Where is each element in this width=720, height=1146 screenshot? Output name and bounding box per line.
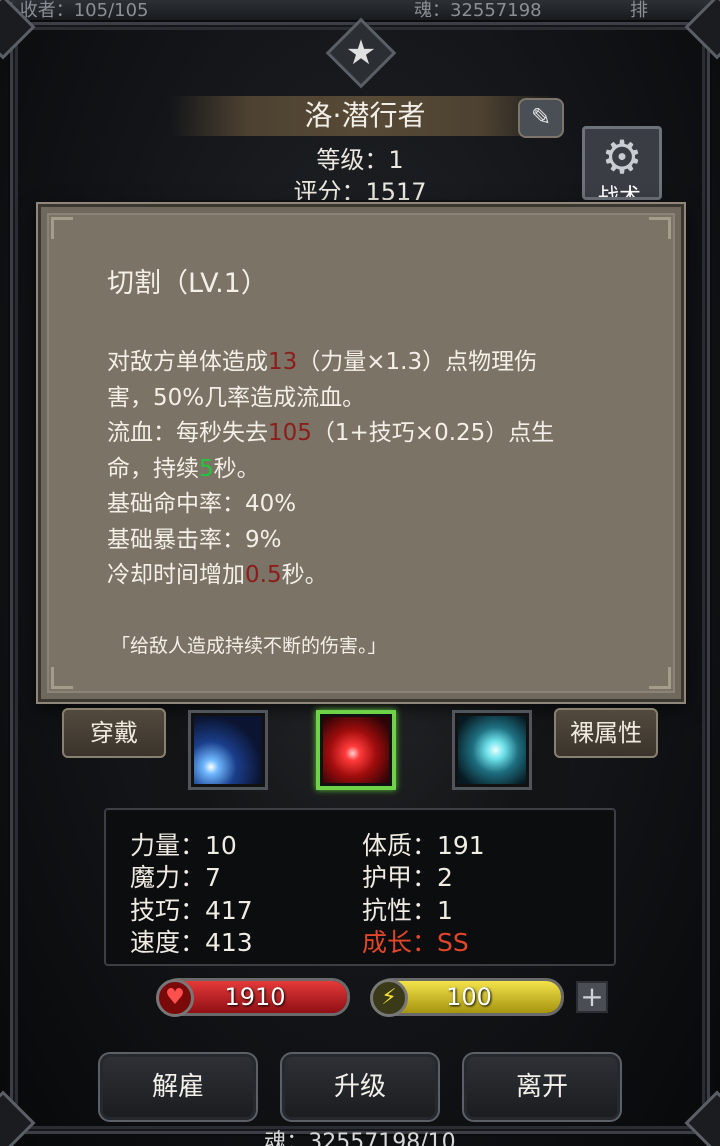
pencil-icon: ✎ <box>530 103 552 131</box>
top-far-right-text: 排 <box>630 0 648 21</box>
bare-attributes-label: 裸属性 <box>570 719 642 747</box>
dismiss-button[interactable]: 解雇 <box>98 1052 258 1122</box>
bare-attributes-button[interactable]: 裸属性 <box>554 708 658 758</box>
skill-title: 切割（LV.1） <box>107 268 268 299</box>
stats-panel: 力量：10 魔力：7 技巧：417 速度：413 体质：191 护甲：2 抗性：… <box>104 808 616 966</box>
dismiss-label: 解雇 <box>151 1072 204 1102</box>
lightning-icon: ⚡ <box>370 979 408 1017</box>
leave-button[interactable]: 离开 <box>462 1052 622 1122</box>
desc-text: 对敌方单体造成 <box>107 349 268 375</box>
desc-line: 冷却时间增加0.5秒。 <box>107 558 637 594</box>
desc-line: 基础暴击率：9% <box>107 526 282 553</box>
rename-button[interactable]: ✎ <box>518 98 564 138</box>
skill-slot-3[interactable] <box>452 710 532 790</box>
stat-strength: 力量：10 <box>130 831 237 860</box>
desc-text: 流血：每秒失去 <box>107 420 268 446</box>
tooltip-corner <box>649 667 671 689</box>
desc-line: 对敌方单体造成13（力量×1.3）点物理伤 <box>107 345 637 381</box>
slash-skill-icon <box>323 717 389 783</box>
skill-slot-2-selected[interactable] <box>316 710 396 790</box>
desc-line: 命，持续5秒。 <box>107 452 637 488</box>
skill-description: 对敌方单体造成13（力量×1.3）点物理伤 害，50%几率造成流血。 流血：每秒… <box>107 345 637 594</box>
skill-slot-1[interactable] <box>188 710 268 790</box>
desc-text: 秒。 <box>213 455 260 482</box>
bleed-value: 105 <box>268 420 312 446</box>
heart-icon: ♥ <box>156 979 194 1017</box>
ice-vortex-skill-icon <box>458 716 526 784</box>
stat-resistance: 抗性：1 <box>362 896 453 925</box>
stat-armor: 护甲：2 <box>362 863 453 892</box>
leave-label: 离开 <box>515 1072 568 1102</box>
hero-name-plate: 洛·潜行者 <box>170 96 560 136</box>
cooldown-value: 0.5 <box>245 562 282 588</box>
gear-icon: ⚙ <box>601 130 643 184</box>
upgrade-label: 升级 <box>333 1072 386 1102</box>
upgrade-button[interactable]: 升级 <box>280 1052 440 1122</box>
skill-tooltip: 切割（LV.1） 对敌方单体造成13（力量×1.3）点物理伤 害，50%几率造成… <box>38 204 684 702</box>
top-soul-text: 魂：32557198 <box>414 0 542 21</box>
hero-name: 洛·潜行者 <box>304 99 426 132</box>
wear-label: 穿戴 <box>90 719 138 747</box>
wear-button[interactable]: 穿戴 <box>62 708 166 758</box>
add-energy-button[interactable]: + <box>576 981 608 1013</box>
desc-text: （力量×1.3）点物理伤 <box>297 349 538 375</box>
soul-counter: 魂：32557198/10 <box>264 1130 456 1146</box>
stat-speed: 速度：413 <box>130 928 253 957</box>
desc-text: 秒。 <box>281 562 328 588</box>
stat-growth: 成长：SS <box>362 928 469 957</box>
stat-magic: 魔力：7 <box>130 863 221 892</box>
desc-line: 流血：每秒失去105（1+技巧×0.25）点生 <box>107 416 637 452</box>
desc-line: 害，50%几率造成流血。 <box>107 384 366 411</box>
desc-text: 命，持续 <box>107 455 199 482</box>
desc-text: 冷却时间增加 <box>107 562 245 588</box>
tooltip-corner <box>51 217 73 239</box>
tooltip-corner <box>51 667 73 689</box>
light-beam-skill-icon <box>194 716 262 784</box>
star-icon: ★ <box>345 33 377 73</box>
stat-skill: 技巧：417 <box>130 896 253 925</box>
tactics-button[interactable]: ⚙ 战术 <box>582 126 662 200</box>
damage-value: 13 <box>268 349 298 375</box>
desc-text: （1+技巧×0.25）点生 <box>311 420 555 446</box>
duration-value: 5 <box>199 455 214 482</box>
stat-constitution: 体质：191 <box>362 831 485 860</box>
desc-line: 基础命中率：40% <box>107 491 297 517</box>
skill-flavor-text: 「给敌人造成持续不断的伤害。」 <box>111 635 387 657</box>
tooltip-corner <box>649 217 671 239</box>
tactics-label: 战术 <box>597 185 642 200</box>
